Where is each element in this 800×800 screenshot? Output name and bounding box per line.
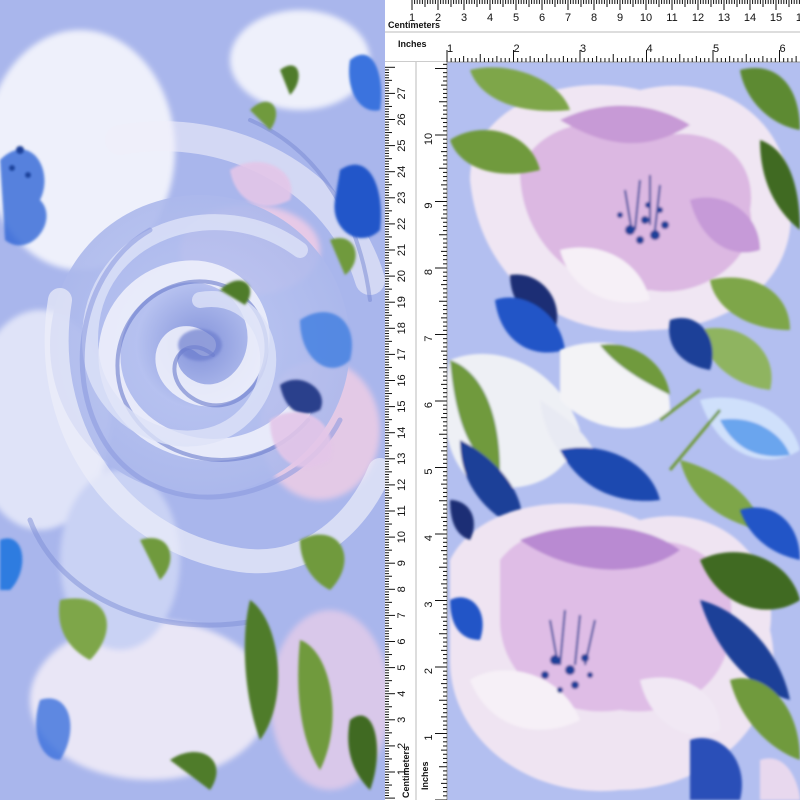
ruler-top-cm-number: 8 (591, 12, 597, 24)
ruler-left-inch-number: 1 (423, 734, 435, 740)
ruler-top-cm-number: 14 (744, 12, 756, 24)
ruler-top-cm-number: 4 (487, 12, 493, 24)
ruler-left-cm-number: 23 (396, 192, 408, 204)
ruler-left-cm-number: 9 (396, 560, 408, 566)
ruler-left-inch-number: 8 (423, 269, 435, 275)
draped-fabric (0, 0, 385, 800)
ruler-left-cm-number: 12 (396, 479, 408, 491)
ruler-left-cm-number: 8 (396, 586, 408, 592)
ruler-top-cm-number: 9 (617, 12, 623, 24)
ruler-left-inch-number: 4 (423, 535, 435, 541)
ruler-left-cm-number: 13 (396, 453, 408, 465)
ruler-top: 12345678910111213141516 123456 Centimete… (385, 0, 800, 63)
ruler-left-cm-number: 27 (396, 87, 408, 99)
ruler-top-cm-number: 16 (796, 12, 800, 24)
ruler-left-inch-number: 3 (423, 601, 435, 607)
ruler-left-cm-number: 17 (396, 348, 408, 360)
ruler-top-cm-number: 7 (565, 12, 571, 24)
ruler-top-cm-number: 5 (513, 12, 519, 24)
ruler-top-inch-number: 5 (713, 43, 719, 55)
ruler-left-inch-number: 2 (423, 668, 435, 674)
fabric-image: 12345678910111213141516 123456 Centimete… (0, 0, 800, 800)
ruler-top-cm-label: Centimeters (388, 20, 440, 30)
ruler-left-cm-label: Centimeters (401, 746, 411, 798)
ruler-top-cm-number: 13 (718, 12, 730, 24)
ruler-top-inch-number: 2 (513, 43, 519, 55)
ruler-top-inch-number: 6 (779, 43, 785, 55)
ruler-left-cm-number: 20 (396, 270, 408, 282)
ruler-left-cm-number: 6 (396, 638, 408, 644)
ruler-left-inch-number: 6 (423, 402, 435, 408)
ruler-left-inch-number: 5 (423, 468, 435, 474)
ruler-top-cm-number: 3 (461, 12, 467, 24)
ruler-left-inch-number: 9 (423, 202, 435, 208)
ruler-top-inch-number: 1 (447, 43, 453, 55)
ruler-top-inch-label: Inches (398, 39, 427, 49)
ruler-top-cm-number: 10 (640, 12, 652, 24)
ruler-top-cm-number: 11 (666, 12, 677, 24)
ruler-top-cm-number: 12 (692, 12, 704, 24)
ruler-left-cm-number: 19 (396, 296, 408, 308)
ruler-left-cm-number: 3 (396, 717, 408, 723)
ruler-top-cm-number: 15 (770, 12, 782, 24)
ruler-left-cm-number: 5 (396, 665, 408, 671)
ruler-left-cm-number: 14 (396, 427, 408, 439)
ruler-left-inch-number: 10 (423, 133, 435, 145)
ruler-left-cm-number: 21 (396, 244, 408, 256)
ruler-left-inch-number: 7 (423, 335, 435, 341)
fabric-photo: 12345678910111213141516 123456 Centimete… (0, 0, 800, 800)
flat-fabric (447, 62, 800, 800)
ruler-left-cm-number: 15 (396, 400, 408, 412)
ruler-left-cm-number: 7 (396, 612, 408, 618)
ruler-left-cm-number: 18 (396, 322, 408, 334)
ruler-left-cm-number: 22 (396, 218, 408, 230)
ruler-left-cm-number: 4 (396, 691, 408, 697)
ruler-top-cm-number: 6 (539, 12, 545, 24)
ruler-left-cm-number: 25 (396, 139, 408, 151)
ruler-left-cm-number: 10 (396, 531, 408, 543)
ruler-left-cm-number: 16 (396, 374, 408, 386)
ruler-left-cm-number: 11 (396, 505, 408, 516)
ruler-left-inch-label: Inches (420, 761, 430, 790)
ruler-top-inch-number: 3 (580, 43, 586, 55)
ruler-top-inch-number: 4 (646, 43, 652, 55)
ruler-left-cm-number: 26 (396, 113, 408, 125)
ruler-left-cm-number: 24 (396, 166, 408, 178)
ruler-left: 1234567891011121314151617181920212223242… (385, 62, 448, 800)
